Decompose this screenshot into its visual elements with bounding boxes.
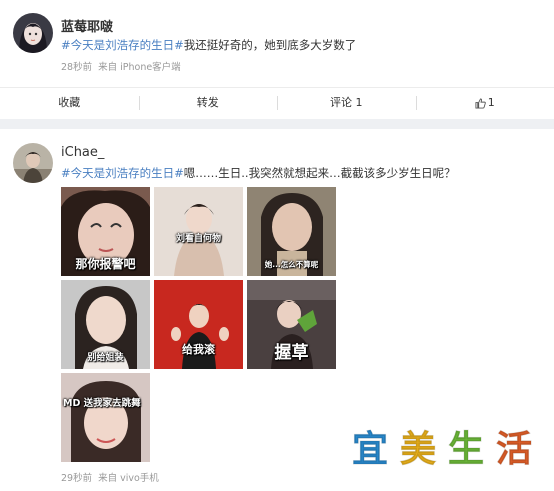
post-source: 来自 vivo手机 bbox=[98, 473, 159, 484]
username[interactable]: 蓝莓耶啵 bbox=[61, 16, 113, 35]
hashtag-link[interactable]: #今天是刘浩存的生日# bbox=[61, 38, 184, 52]
repost-label: 转发 bbox=[196, 96, 219, 109]
comment-button[interactable]: 评论 1 bbox=[277, 88, 416, 117]
post-time[interactable]: 29秒前 bbox=[61, 473, 92, 484]
post-meta: 28秒前 来自 iPhone客户端 bbox=[61, 59, 187, 73]
watermark-char: 生 bbox=[447, 429, 484, 471]
image-thumbnail[interactable]: 给我滚 bbox=[154, 280, 243, 369]
favorite-button[interactable]: 收藏 bbox=[0, 88, 139, 117]
action-bar: 收藏 转发 评论 1 1 bbox=[0, 88, 554, 117]
image-caption: MD 送我家去跳舞 bbox=[63, 398, 141, 409]
post-text: #今天是刘浩存的生日#我还挺好奇的，她到底多大岁数了 bbox=[61, 37, 356, 53]
image-caption: 刘看自何物 bbox=[175, 234, 221, 244]
watermark-char: 美 bbox=[399, 429, 436, 471]
image-thumbnail[interactable]: 那你报警吧 bbox=[61, 187, 150, 276]
post-source: 来自 iPhone客户端 bbox=[98, 62, 181, 73]
image-caption: 握草 bbox=[274, 343, 309, 363]
comment-label: 评论 1 bbox=[330, 96, 363, 109]
username[interactable]: iChae_ bbox=[61, 145, 104, 160]
favorite-label: 收藏 bbox=[58, 96, 81, 109]
watermark-char: 宜 bbox=[351, 429, 388, 471]
image-caption: 那你报警吧 bbox=[75, 257, 136, 271]
post-body: 我还挺好奇的，她到底多大岁数了 bbox=[183, 38, 357, 52]
post-text: #今天是刘浩存的生日#嗯……生日..我突然就想起来…截截该多少岁生日呢？ bbox=[61, 165, 456, 181]
like-count: 1 bbox=[487, 96, 495, 109]
hashtag-link[interactable]: #今天是刘浩存的生日# bbox=[61, 166, 184, 180]
post-card: 蓝莓耶啵 #今天是刘浩存的生日#我还挺好奇的，她到底多大岁数了 28秒前 来自 i… bbox=[0, 0, 554, 119]
post-time[interactable]: 28秒前 bbox=[61, 62, 92, 73]
watermark-char: 活 bbox=[495, 429, 532, 471]
repost-button[interactable]: 转发 bbox=[138, 88, 278, 117]
image-caption: 给我滚 bbox=[182, 343, 215, 356]
image-thumbnail[interactable]: 刘看自何物 bbox=[154, 187, 243, 276]
post-body: 嗯……生日..我突然就想起来…截截该多少岁生日呢？ bbox=[183, 166, 456, 180]
image-thumbnail[interactable]: 握草 bbox=[247, 280, 336, 369]
image-caption: 别给姐装 bbox=[87, 353, 124, 363]
like-button[interactable]: 1 bbox=[415, 88, 554, 117]
avatar[interactable] bbox=[13, 13, 53, 53]
image-thumbnail[interactable]: MD 送我家去跳舞 bbox=[61, 373, 150, 462]
image-thumbnail[interactable]: 别给姐装 bbox=[61, 280, 150, 369]
watermark-logo: 宜 美 生 活 bbox=[348, 428, 540, 476]
image-thumbnail[interactable]: 她...怎么不算呢 bbox=[247, 187, 336, 276]
post-meta: 29秒前 来自 vivo手机 bbox=[61, 470, 165, 484]
avatar[interactable] bbox=[13, 143, 53, 183]
thumbs-up-icon bbox=[475, 97, 486, 109]
image-caption: 她...怎么不算呢 bbox=[264, 260, 319, 269]
